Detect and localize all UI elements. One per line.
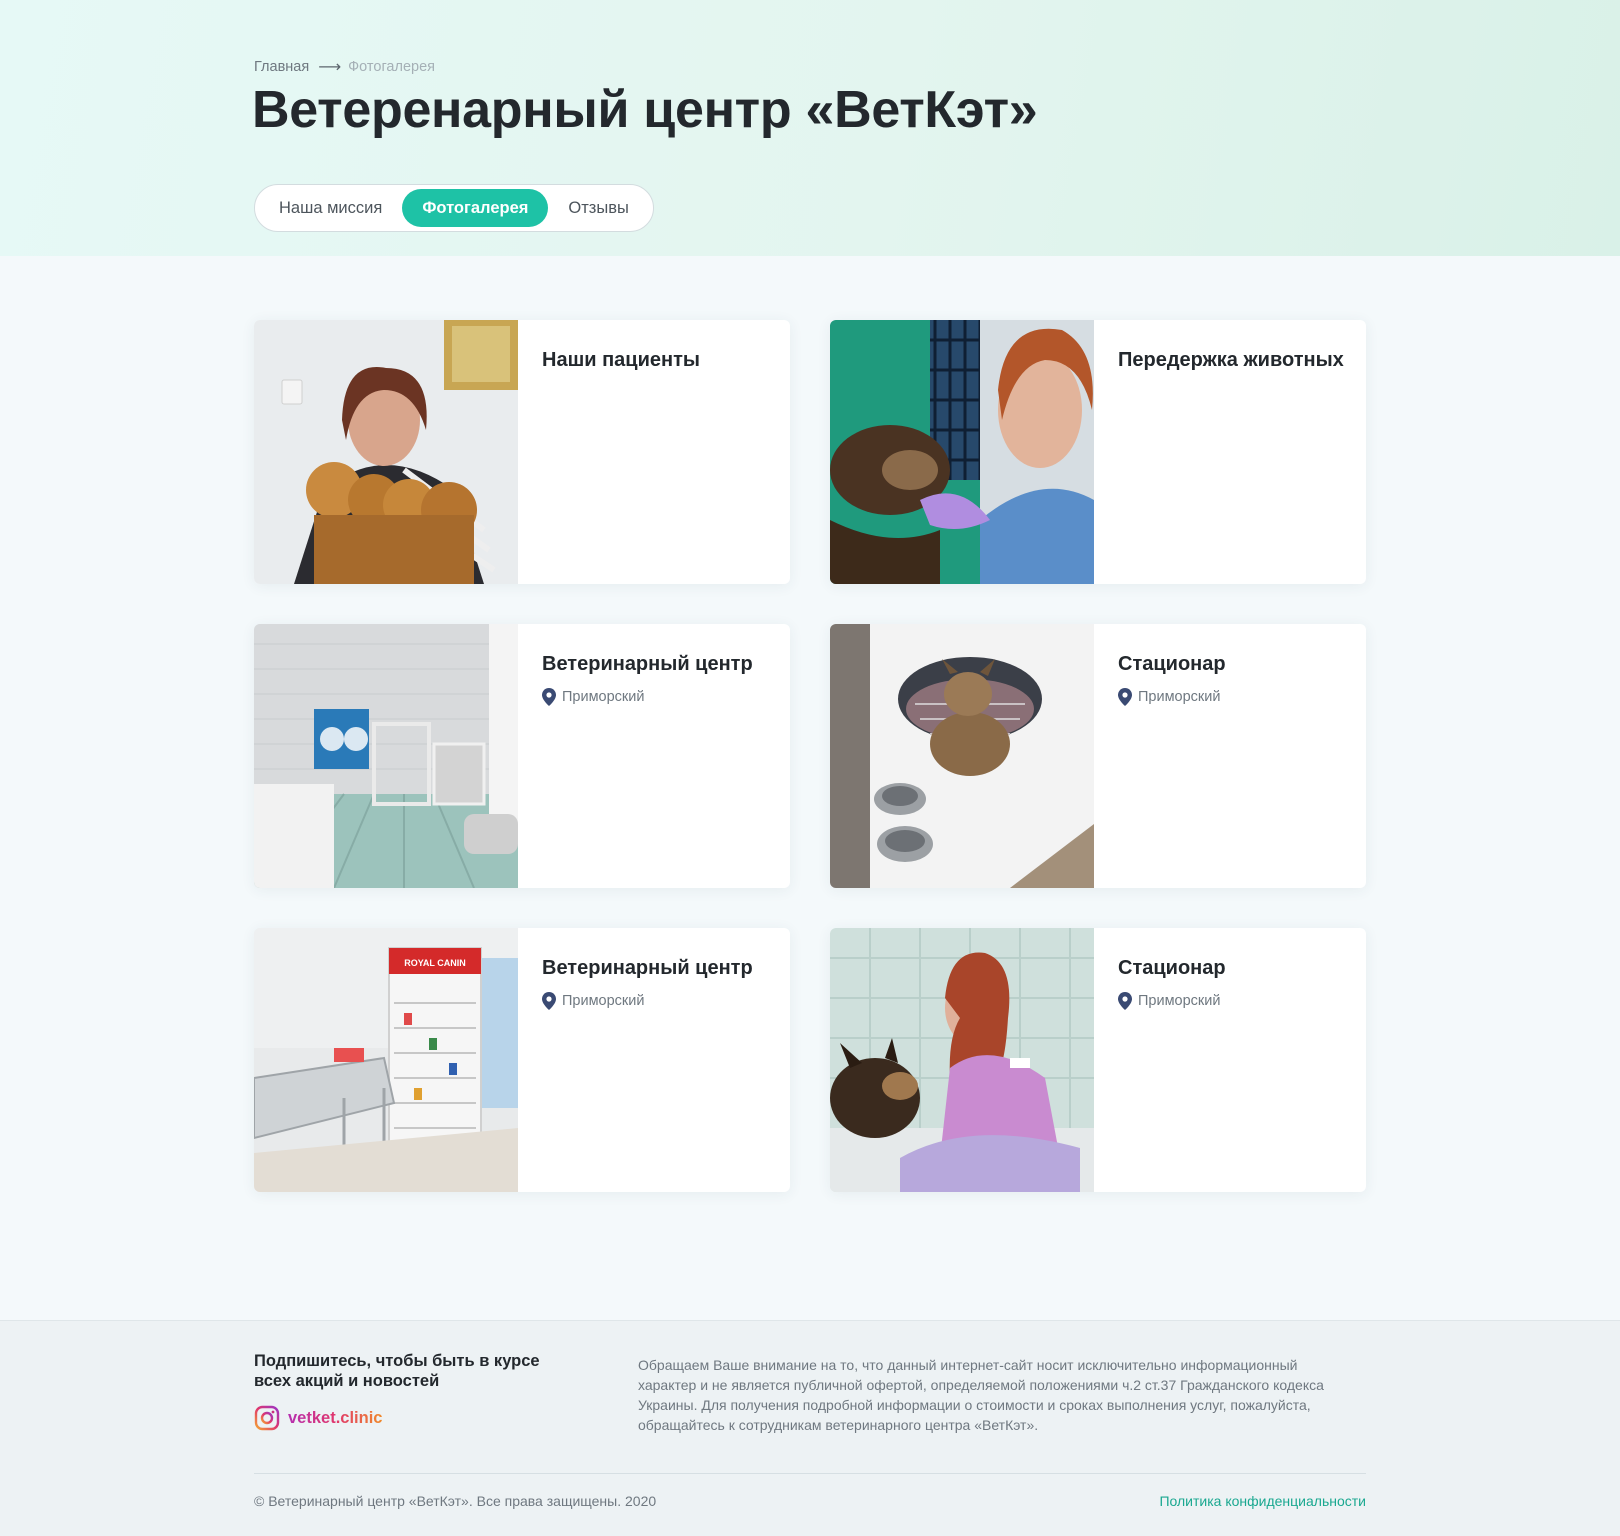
vet-with-puppy-photo — [830, 928, 1094, 1192]
page-title: Ветеренарный центр «ВетКэт» — [252, 81, 1038, 139]
map-pin-icon — [1118, 992, 1132, 1010]
location-label: Приморский — [562, 993, 645, 1009]
subscribe-heading: Подпишитесь, чтобы быть в курсе всех акц… — [254, 1352, 540, 1390]
woman-with-puppies-photo — [254, 320, 518, 584]
instagram-handle: vetket.clinic — [288, 1408, 383, 1427]
tab-mission[interactable]: Наша миссия — [259, 189, 402, 227]
card-title: Наши пациенты — [542, 349, 700, 371]
footer-divider — [254, 1473, 1366, 1474]
tab-gallery[interactable]: Фотогалерея — [402, 189, 549, 227]
tab-reviews[interactable]: Отзывы — [548, 189, 648, 227]
arrow-right-icon: ⟶ — [318, 59, 342, 76]
card-title: Ветеринарный центр — [542, 653, 753, 675]
location-label: Приморский — [1138, 689, 1221, 705]
card-location: Приморский — [1118, 992, 1220, 1010]
card-location: Приморский — [542, 688, 644, 706]
map-pin-icon — [542, 688, 556, 706]
breadcrumb-home-link[interactable]: Главная — [254, 59, 309, 75]
instagram-link[interactable]: vetket.clinic — [254, 1405, 382, 1431]
breadcrumb-current: Фотогалерея — [348, 59, 435, 75]
gallery-card[interactable]: Наши пациенты — [254, 320, 790, 584]
clinic-exam-room-photo — [254, 624, 518, 888]
card-title: Ветеринарный центр — [542, 957, 753, 979]
royal-canin-sign: ROYAL CANIN — [404, 958, 466, 968]
breadcrumb: Главная ⟶ Фотогалерея — [254, 57, 435, 77]
footer: Подпишитесь, чтобы быть в курсе всех акц… — [0, 1320, 1620, 1536]
card-title: Стационар — [1118, 653, 1226, 675]
card-location: Приморский — [542, 992, 644, 1010]
location-label: Приморский — [1138, 993, 1221, 1009]
map-pin-icon — [542, 992, 556, 1010]
gallery-card[interactable]: Ветеринарный центр Приморский — [254, 624, 790, 888]
gallery-card[interactable]: Передержка животных — [830, 320, 1366, 584]
card-title: Стационар — [1118, 957, 1226, 979]
legal-disclaimer: Обращаем Ваше внимание на то, что данный… — [638, 1357, 1324, 1433]
privacy-policy-link[interactable]: Политика конфиденциальности — [1159, 1493, 1366, 1509]
gallery-card[interactable]: Стационар Приморский — [830, 928, 1366, 1192]
card-location: Приморский — [1118, 688, 1220, 706]
puppy-in-bed-photo — [830, 624, 1094, 888]
gallery-card[interactable]: Стационар Приморский — [830, 624, 1366, 888]
card-title: Передержка животных — [1118, 349, 1344, 371]
map-pin-icon — [1118, 688, 1132, 706]
location-label: Приморский — [562, 689, 645, 705]
tab-bar: Наша миссия Фотогалерея Отзывы — [254, 184, 654, 232]
gallery-card[interactable]: ROYAL CANIN Ветеринарный центр Приморски… — [254, 928, 790, 1192]
copyright-text: © Ветеринарный центр «ВетКэт». Все права… — [254, 1493, 657, 1509]
instagram-icon — [254, 1405, 280, 1431]
clinic-room-with-cabinet-photo: ROYAL CANIN — [254, 928, 518, 1192]
nurse-with-puppy-photo — [830, 320, 1094, 584]
